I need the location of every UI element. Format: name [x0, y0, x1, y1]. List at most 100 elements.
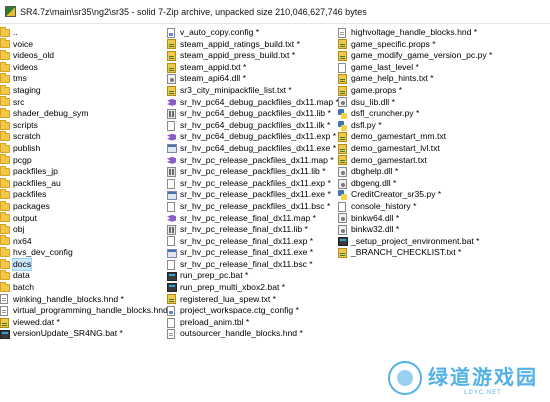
folder-item[interactable]: docs — [0, 257, 174, 272]
folder-item[interactable]: data — [0, 270, 174, 282]
item-label: viewed.dat * — [13, 316, 60, 327]
executable-icon — [167, 190, 177, 200]
file-item[interactable]: _setup_project_environment.bat * — [338, 236, 492, 248]
file-column-1: .. voice videos_old videos tms staging src shad… — [0, 26, 174, 340]
file-item[interactable]: registered_lua_spew.txt * — [167, 294, 339, 306]
file-item[interactable]: sr_hv_pc_release_packfiles_dx11.exp * — [167, 178, 339, 190]
file-item[interactable]: CreditCreator_sr35.py * — [338, 189, 492, 201]
file-item[interactable]: dsfl.py * — [338, 120, 492, 132]
file-item[interactable]: _BRANCH_CHECKLIST.txt * — [338, 247, 492, 259]
file-item[interactable]: sr_hv_pc64_debug_packfiles_dx11.ilk * — [167, 120, 339, 132]
folder-item[interactable]: voice — [0, 38, 174, 51]
file-item[interactable]: v_auto_copy.config * — [167, 27, 339, 39]
item-label: console_history * — [351, 200, 417, 211]
file-item[interactable]: sr_hv_pc_release_final_dx11.map * — [167, 213, 339, 225]
folder-item[interactable]: videos — [0, 61, 174, 74]
file-item[interactable]: game_modify_game_version_pc.py * — [338, 50, 492, 62]
file-item[interactable]: binkw32.dll * — [338, 224, 492, 236]
file-item[interactable]: sr3_city_minipackfile_list.txt * — [167, 85, 339, 97]
file-item[interactable]: console_history * — [338, 201, 492, 213]
dll-icon — [338, 213, 347, 224]
file-item[interactable]: game_last_level * — [338, 62, 492, 74]
handle-file-icon — [0, 294, 8, 305]
file-item[interactable]: highvoltage_handle_blocks.hnd * — [338, 27, 492, 39]
file-item[interactable]: sr_hv_pc_release_final_dx11.bsc * — [167, 259, 339, 271]
file-item[interactable]: sr_hv_pc64_debug_packfiles_dx11.lib * — [167, 108, 339, 120]
folder-icon — [0, 212, 10, 223]
folder-item[interactable]: nx64 — [0, 235, 174, 248]
file-item[interactable]: dsu_lib.dll * — [338, 97, 492, 109]
folder-icon — [0, 107, 10, 118]
item-label: sr_hv_pc64_debug_packfiles_dx11.exp * — [180, 131, 337, 142]
folder-item[interactable]: src — [0, 96, 174, 109]
watermark-text: 绿道游戏园 — [428, 366, 538, 389]
item-label: obj — [13, 224, 25, 235]
file-item[interactable]: demo_gamestart_lvl.txt — [338, 143, 492, 155]
folder-item[interactable]: staging — [0, 84, 174, 97]
item-label: project_workspace.ctg_config * — [180, 305, 299, 316]
file-item[interactable]: run_prep_pc.bat * — [167, 270, 339, 282]
file-item[interactable]: dbgeng.dll * — [338, 178, 492, 190]
folder-icon — [0, 223, 10, 234]
file-item[interactable]: project_workspace.ctg_config * — [167, 305, 339, 317]
folder-item[interactable]: pcgp — [0, 154, 174, 167]
folder-item[interactable]: output — [0, 212, 174, 225]
file-item[interactable]: virtual_programming_handle_blocks.hnd * — [0, 305, 174, 317]
file-item[interactable]: viewed.dat * — [0, 317, 174, 329]
file-item[interactable]: run_prep_multi_xbox2.bat * — [167, 282, 339, 294]
file-item[interactable]: sr_hv_pc_release_packfiles_dx11.map * — [167, 155, 339, 167]
file-item[interactable]: dbghelp.dll * — [338, 166, 492, 178]
file-item[interactable]: game.props * — [338, 85, 492, 97]
file-item[interactable]: sr_hv_pc64_debug_packfiles_dx11.exe * — [167, 143, 339, 155]
file-item[interactable]: game_specific.props * — [338, 39, 492, 51]
file-item[interactable]: sr_hv_pc_release_packfiles_dx11.exe * — [167, 189, 339, 201]
folder-item[interactable]: batch — [0, 281, 174, 294]
file-item[interactable]: sr_hv_pc64_debug_packfiles_dx11.exp * — [167, 131, 339, 143]
file-item[interactable]: steam_appid_press_build.txt * — [167, 50, 339, 62]
folder-item[interactable]: hvs_dev_config — [0, 247, 174, 259]
folder-icon — [0, 270, 10, 281]
folder-item[interactable]: obj — [0, 223, 174, 236]
watermark-logo-icon — [388, 361, 422, 395]
folder-item[interactable]: videos_old — [0, 49, 174, 62]
file-item[interactable]: demo_gamestart.txt — [338, 155, 492, 167]
folder-item[interactable]: shader_debug_sym — [0, 107, 174, 120]
item-label: sr_hv_pc_release_packfiles_dx11.bsc * — [180, 200, 331, 211]
file-item[interactable]: sr_hv_pc_release_final_dx11.exe * — [167, 247, 339, 259]
config-file-icon — [167, 306, 175, 317]
folder-item[interactable]: scratch — [0, 131, 174, 143]
file-item[interactable]: game_help_hints.txt * — [338, 73, 492, 85]
file-item[interactable]: sr_hv_pc64_debug_packfiles_dx11.map * — [167, 97, 339, 109]
file-item[interactable]: demo_gamestart_mm.txt — [338, 131, 492, 143]
folder-item[interactable]: .. — [0, 26, 174, 39]
file-item[interactable]: sr_hv_pc_release_packfiles_dx11.bsc * — [167, 201, 339, 213]
dll-icon — [338, 97, 347, 108]
item-label: videos_old — [13, 50, 55, 61]
file-item[interactable]: binkw64.dll * — [338, 213, 492, 225]
folder-item[interactable]: packfiles_au — [0, 177, 174, 190]
file-item[interactable]: sr_hv_pc_release_final_dx11.lib * — [167, 224, 339, 236]
item-label: sr_hv_pc_release_packfiles_dx11.lib * — [180, 166, 326, 177]
item-label: packfiles_au — [13, 177, 61, 188]
file-item[interactable]: steam_appid_ratings_build.txt * — [167, 39, 339, 51]
folder-item[interactable]: publish — [0, 142, 174, 155]
file-item[interactable]: outsourcer_handle_blocks.hnd * — [167, 328, 339, 340]
file-item[interactable]: dsfl_cruncher.py * — [338, 108, 492, 120]
file-icon — [167, 259, 175, 270]
file-item[interactable]: sr_hv_pc_release_packfiles_dx11.lib * — [167, 166, 339, 178]
item-label: v_auto_copy.config * — [180, 27, 260, 37]
folder-item[interactable]: packfiles_jp — [0, 165, 174, 178]
item-label: game_last_level * — [351, 61, 419, 72]
file-item[interactable]: steam_api64.dll * — [167, 73, 339, 85]
file-item[interactable]: winking_handle_blocks.hnd * — [0, 294, 174, 306]
folder-item[interactable]: packfiles — [0, 189, 174, 201]
item-label: scratch — [13, 131, 41, 142]
folder-item[interactable]: scripts — [0, 119, 174, 132]
folder-item[interactable]: packages — [0, 200, 174, 213]
file-item[interactable]: preload_anim.tbl * — [167, 317, 339, 329]
folder-item[interactable]: tms — [0, 73, 174, 85]
file-item[interactable]: steam_appid.txt * — [167, 62, 339, 74]
executable-icon — [167, 144, 177, 154]
file-item[interactable]: sr_hv_pc_release_final_dx11.exp * — [167, 236, 339, 248]
file-item[interactable]: versionUpdate_SR4NG.bat * — [0, 328, 174, 340]
